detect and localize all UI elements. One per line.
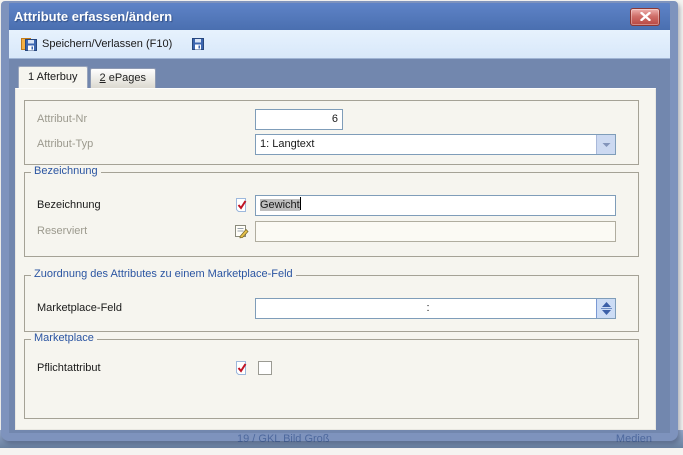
- attribut-typ-select[interactable]: 1: Langtext: [255, 134, 616, 155]
- tab-epages-label: ePages: [105, 72, 147, 84]
- desktop-background: { "window": { "title": "Attribute erfass…: [0, 0, 683, 455]
- bezeichnung-value: Gewicht: [260, 199, 300, 211]
- tab-strip: 1 Afterbuy 2 ePages: [18, 66, 656, 88]
- pflichtattribut-checkbox[interactable]: [258, 361, 272, 375]
- attribut-typ-value: 1: Langtext: [260, 138, 315, 150]
- window-title: Attribute erfassen/ändern: [14, 9, 173, 24]
- tab-afterbuy[interactable]: 1 Afterbuy: [18, 66, 88, 88]
- reserviert-input[interactable]: [255, 221, 616, 242]
- spinner-up-icon: [601, 302, 611, 307]
- bezeichnung-label: Bezeichnung: [37, 199, 101, 211]
- tab-epages[interactable]: 2 ePages: [89, 68, 157, 88]
- attribut-nr-input[interactable]: 6: [255, 109, 343, 130]
- pflichtattribut-label: Pflichtattribut: [37, 362, 101, 374]
- group-bezeichnung: Bezeichnung Bezeichnung Gewicht Reservie…: [24, 165, 639, 257]
- toolbar: Speichern/Verlassen (F10): [9, 30, 670, 59]
- save-exit-icon: [21, 38, 37, 51]
- marketplace-feld-label: Marketplace-Feld: [37, 302, 122, 314]
- save-button[interactable]: [186, 34, 210, 54]
- reserviert-label: Reserviert: [37, 225, 88, 237]
- attribut-typ-label: Attribut-Typ: [37, 138, 94, 150]
- group-marketplace: Marketplace Pflichtattribut: [24, 332, 639, 419]
- validation-check-icon[interactable]: [233, 197, 249, 213]
- save-exit-button[interactable]: Speichern/Verlassen (F10): [17, 34, 176, 54]
- attribut-typ-dropdown-button[interactable]: [596, 135, 615, 154]
- group-attribut: Attribut-Nr 6 Attribut-Typ 1: Langtext: [24, 100, 639, 165]
- title-bar: Attribute erfassen/ändern: [9, 3, 670, 30]
- close-icon: [639, 12, 651, 21]
- validation-check-icon[interactable]: [233, 360, 249, 376]
- group-zuordnung-title: Zuordnung des Attributes zu einem Market…: [31, 268, 296, 280]
- tab-area: 1 Afterbuy 2 ePages Attribut-Nr 6 Attrib…: [9, 59, 670, 433]
- marketplace-feld-spinner[interactable]: [596, 299, 615, 318]
- marketplace-feld-value: :: [426, 302, 430, 314]
- dialog-window: Attribute erfassen/ändern Speichern/Verl…: [1, 1, 678, 441]
- bezeichnung-input[interactable]: Gewicht: [255, 195, 616, 216]
- marketplace-feld-select[interactable]: :: [255, 298, 616, 319]
- save-exit-label: Speichern/Verlassen (F10): [42, 38, 173, 50]
- spinner-divider: [600, 308, 612, 309]
- close-button[interactable]: [630, 7, 660, 26]
- tab-afterbuy-label: 1 Afterbuy: [28, 71, 78, 83]
- save-icon: [192, 38, 205, 50]
- tab-content-panel: Attribut-Nr 6 Attribut-Typ 1: Langtext B…: [15, 88, 656, 430]
- group-zuordnung: Zuordnung des Attributes zu einem Market…: [24, 268, 639, 332]
- text-caret: [299, 197, 301, 210]
- chevron-down-icon: [602, 142, 610, 147]
- attribut-nr-label: Attribut-Nr: [37, 113, 88, 125]
- group-marketplace-title: Marketplace: [31, 332, 97, 344]
- spinner-down-icon: [601, 310, 611, 315]
- edit-note-icon[interactable]: [233, 223, 249, 239]
- group-bezeichnung-title: Bezeichnung: [31, 165, 101, 177]
